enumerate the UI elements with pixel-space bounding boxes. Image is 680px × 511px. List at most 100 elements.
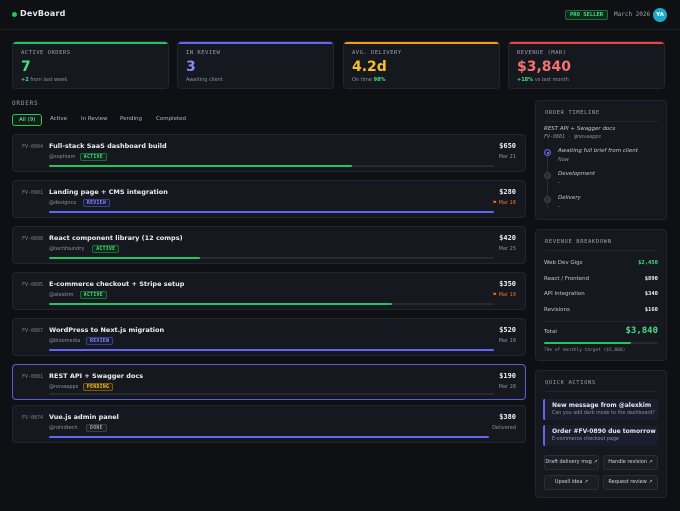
divider	[545, 321, 657, 322]
order-client: @rohidtech	[49, 425, 78, 431]
quick-action-button-draft-delivery-msg[interactable]: Draft delivery msg ↗	[544, 455, 599, 470]
quick-action-button-handle-revision[interactable]: Handle revision ↗	[603, 455, 658, 470]
order-id: FV-0887	[22, 328, 44, 334]
order-title: Landing page + CMS integration	[49, 188, 168, 196]
timeline-step-dot-icon	[544, 196, 551, 203]
order-row[interactable]: FV-0898 React component library (12 comps…	[12, 226, 526, 264]
order-row[interactable]: FV-0881 REST API + Swagger docs @novaapps P…	[12, 364, 526, 400]
order-price: $280	[499, 188, 516, 196]
revenue-row-value: $890	[644, 276, 658, 282]
order-row[interactable]: FV-0904 Full-stack SaaS dashboard build @s…	[12, 134, 526, 172]
order-progress-track	[49, 436, 489, 438]
timeline-step-dot-icon	[544, 172, 551, 179]
divider	[545, 121, 657, 122]
kpi-sub-accent: 98%	[373, 77, 386, 83]
kpi-accent-bar	[509, 42, 664, 44]
timeline-order-title: REST API + Swagger docs	[544, 126, 616, 132]
order-progress-track	[49, 165, 494, 167]
tab-all[interactable]: All (9)	[12, 114, 43, 126]
kpi-label: ACTIVE ORDERS	[21, 50, 71, 56]
kpi-sub-text: Awaiting client	[186, 77, 223, 83]
order-row[interactable]: FV-0901 Landing page + CMS integration @de…	[12, 180, 526, 218]
timeline-step-note: Now	[558, 157, 569, 163]
order-id: FV-0895	[22, 282, 44, 288]
timeline-order-sub: FV-0881 · @novaapps	[544, 134, 602, 140]
timeline-step-label: Delivery	[558, 195, 581, 201]
order-price: $190	[499, 372, 516, 380]
user-avatar[interactable]: YA	[653, 8, 667, 22]
tab-pending[interactable]: Pending	[114, 114, 148, 126]
order-progress-track	[49, 349, 494, 351]
order-client: @sophlam	[49, 154, 76, 160]
order-progress-track	[49, 257, 494, 259]
order-title: E-commerce checkout + Stripe setup	[49, 280, 185, 288]
order-client: @designco	[49, 200, 77, 206]
order-client: @novaapps	[49, 384, 79, 390]
revenue-title: REVENUE BREAKDOWN	[545, 239, 612, 245]
order-progress-fill	[49, 349, 494, 351]
revenue-row-label: React / Frontend	[544, 276, 590, 282]
kpi-accent-bar	[178, 42, 333, 44]
kpi-value: 3	[186, 59, 196, 75]
order-title: REST API + Swagger docs	[49, 372, 144, 380]
pro-seller-badge: PRO SELLER	[565, 10, 609, 20]
order-status-badge: REVIEW	[82, 199, 111, 207]
quick-message-title: Order #FV-0890 due tomorrow	[552, 428, 656, 435]
timeline-title: ORDER TIMELINE	[545, 110, 600, 116]
order-status-badge: PENDING	[82, 383, 114, 391]
order-due-date: ⚑ Mar 18	[492, 200, 516, 206]
order-status-badge: DONE	[86, 424, 107, 432]
order-title: React component library (12 comps)	[49, 234, 183, 242]
monthly-target-fill	[544, 342, 631, 344]
kpi-value: 7	[21, 59, 31, 75]
timeline-step-note: –	[558, 180, 561, 186]
timeline-step-label: Development	[558, 171, 596, 177]
kpi-value: $3,840	[517, 59, 572, 75]
revenue-row-label: Revisions	[544, 307, 570, 313]
kpi-value: 4.2d	[352, 59, 387, 75]
revenue-row-value: $340	[644, 291, 658, 297]
order-progress-fill	[49, 303, 392, 305]
current-month: March 2026	[614, 11, 651, 18]
tab-in-review[interactable]: In Review	[75, 114, 113, 126]
order-due-date: Mar 25	[498, 246, 516, 252]
revenue-row-label: Web Dev Gigs	[544, 260, 583, 266]
order-progress-fill	[49, 211, 494, 213]
timeline-step-note: –	[558, 204, 561, 210]
kpi-subtext: +18% vs last month	[517, 77, 569, 83]
kpi-sub-text: On time	[352, 77, 374, 83]
quick-action-button-upsell-idea[interactable]: Upsell idea ↗	[544, 475, 599, 490]
order-id: FV-0904	[22, 144, 44, 150]
order-price: $520	[499, 326, 516, 334]
order-due-date: Mar 18	[498, 338, 516, 344]
order-price: $420	[499, 234, 516, 242]
order-client: @techfoundry	[49, 246, 85, 252]
order-id: FV-0881	[22, 374, 44, 380]
quick-message-title: New message from @alexkim	[552, 402, 652, 409]
divider	[545, 391, 657, 392]
orders-section-title: ORDERS	[12, 100, 39, 107]
quick-message-card[interactable]: Order #FV-0890 due tomorrow E-commerce ch…	[543, 425, 658, 446]
order-row[interactable]: FV-0895 E-commerce checkout + Stripe setu…	[12, 272, 526, 310]
kpi-accent-bar	[13, 42, 168, 44]
order-title: WordPress to Next.js migration	[49, 326, 165, 334]
order-title: Vue.js admin panel	[49, 413, 119, 421]
order-due-date: Delivered	[492, 425, 516, 431]
quick-actions-title: QUICK ACTIONS	[545, 380, 596, 386]
order-progress-track	[49, 211, 494, 213]
timeline-step-label: Awaiting full brief from client	[558, 148, 638, 154]
revenue-total-label: Total	[544, 329, 557, 335]
monthly-target-progress	[544, 342, 658, 344]
quick-message-card[interactable]: New message from @alexkim Can you add dar…	[543, 399, 658, 420]
revenue-row-value: $2,450	[638, 260, 658, 266]
order-row[interactable]: FV-0874 Vue.js admin panel @rohidtech DONE $…	[12, 405, 526, 443]
order-price: $650	[499, 142, 516, 150]
tab-active[interactable]: Active	[44, 114, 73, 126]
revenue-row-label: API Integration	[544, 291, 585, 297]
order-progress-track	[49, 303, 494, 305]
order-progress-track	[49, 393, 494, 395]
tab-completed[interactable]: Completed	[150, 114, 192, 126]
quick-action-button-request-review[interactable]: Request review ↗	[603, 475, 658, 490]
revenue-row: Web Dev Gigs $2,450	[544, 260, 658, 266]
order-row[interactable]: FV-0887 WordPress to Next.js migration @bl…	[12, 318, 526, 356]
